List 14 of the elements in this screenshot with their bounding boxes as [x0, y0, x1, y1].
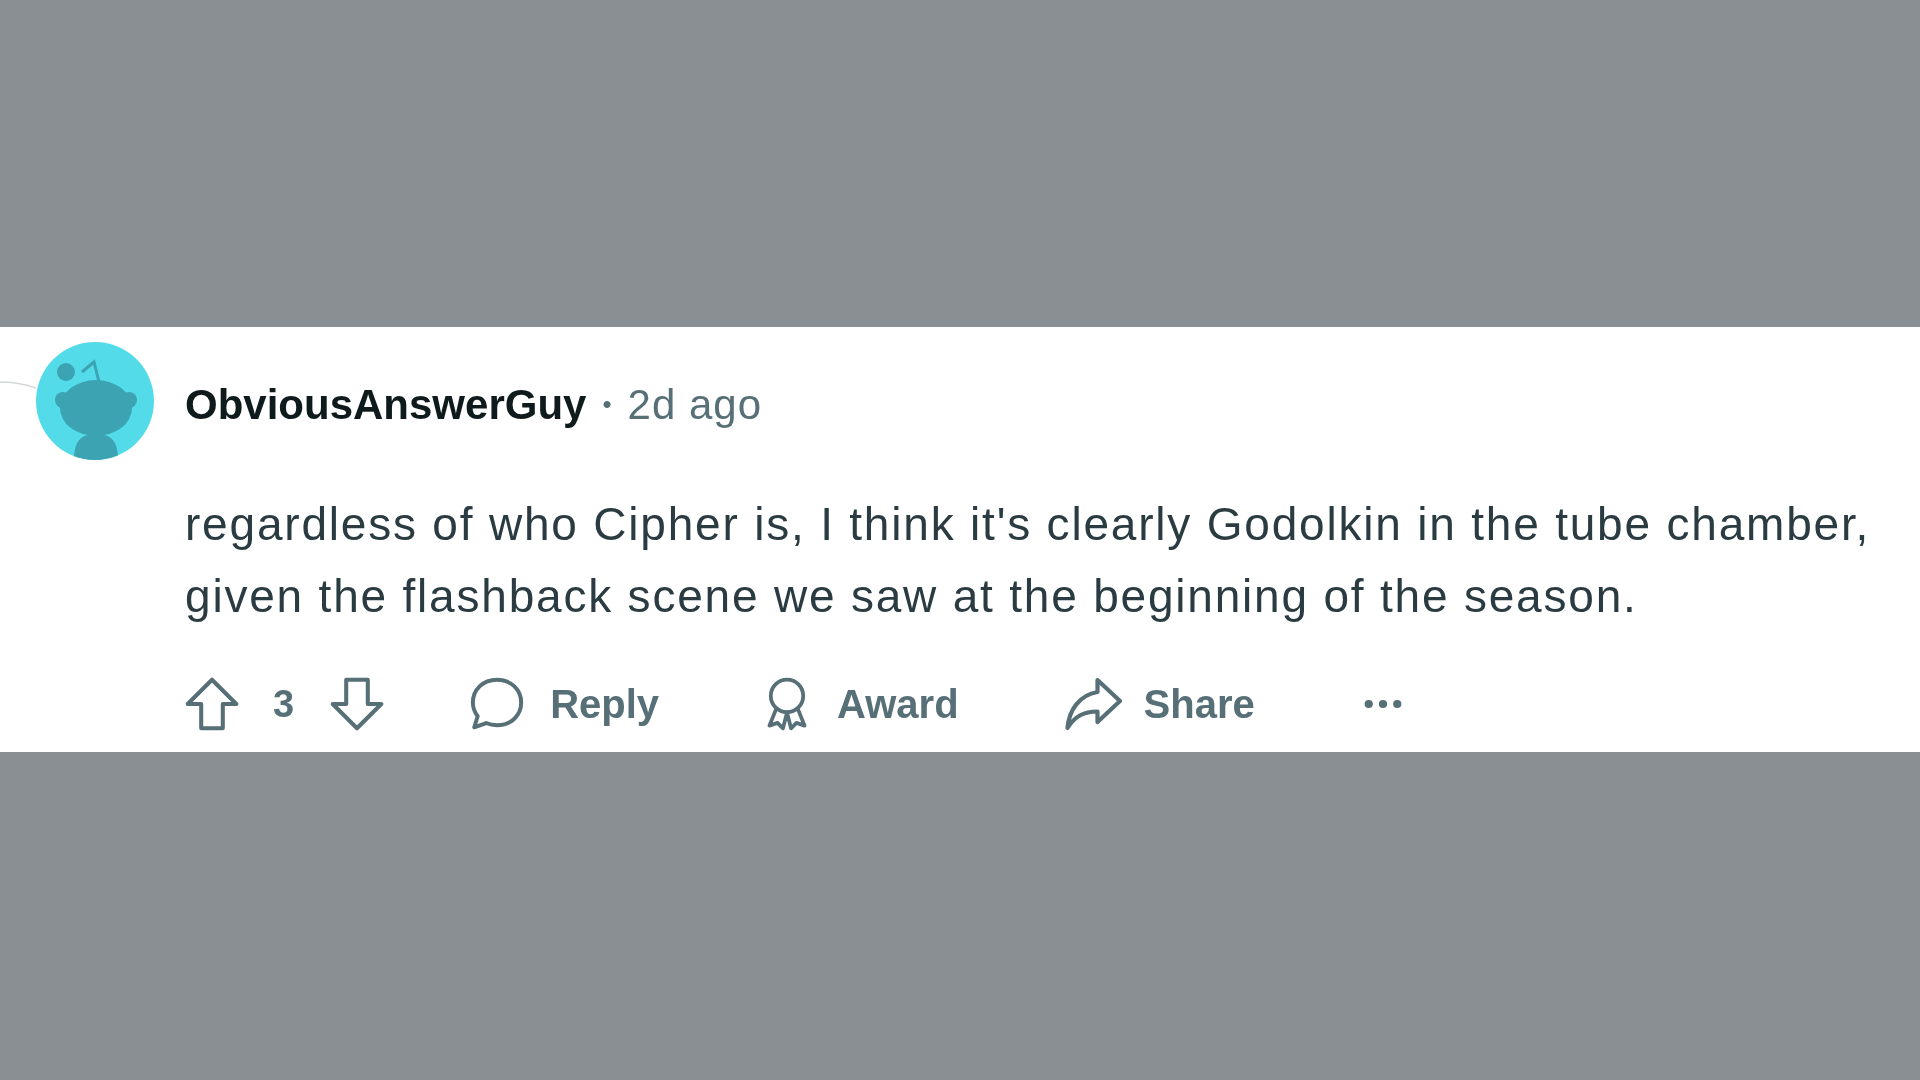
award-button[interactable]: Award [765, 674, 959, 734]
vote-count: 3 [273, 681, 295, 727]
more-icon [1363, 699, 1402, 709]
up-arrow-icon [185, 677, 239, 731]
reply-button[interactable]: Reply [470, 674, 660, 734]
timestamp: 2d ago [627, 379, 762, 430]
thread-line [0, 380, 36, 390]
share-button[interactable]: Share [1063, 674, 1255, 734]
curved-arrow-icon [1063, 677, 1122, 731]
down-arrow-icon [330, 677, 385, 731]
comment-text: regardless of who Cipher is, I think it's clearly Godolkin in the tube chamber, given the flashback scene we saw at the beginning of the season. [185, 497, 1872, 624]
separator-dot: • [602, 387, 612, 421]
username[interactable]: ObviousAnswerGuy [185, 372, 587, 436]
speech-bubble-icon [470, 677, 525, 731]
